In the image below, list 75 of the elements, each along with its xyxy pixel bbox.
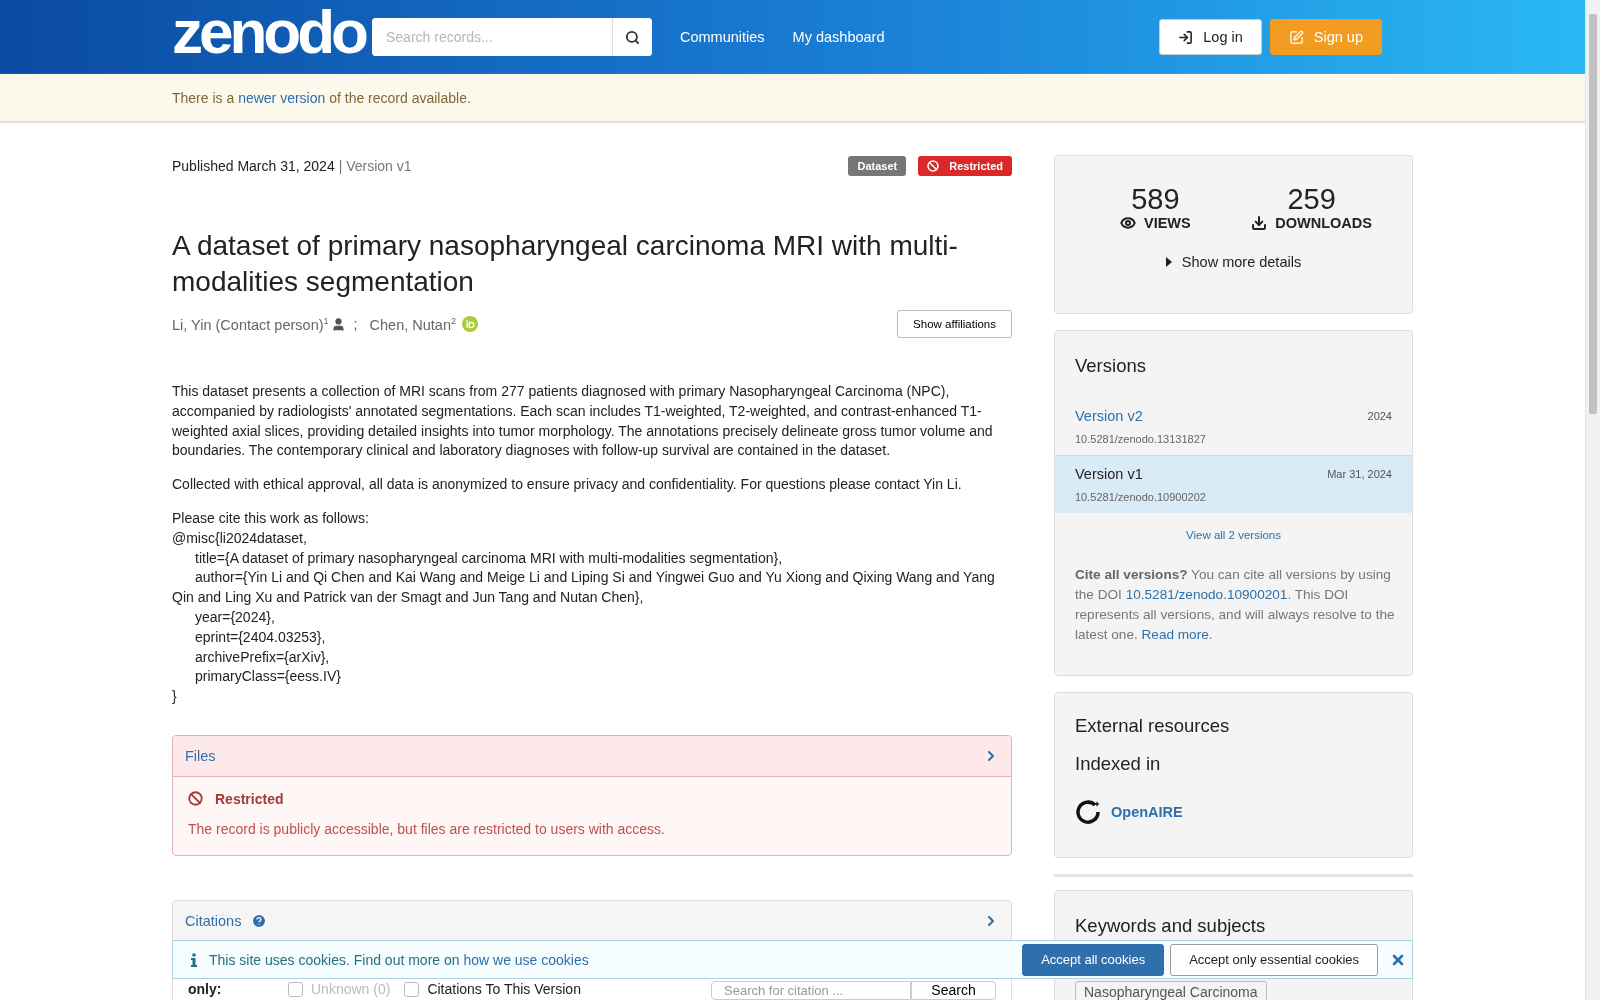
version-date: Mar 31, 2024	[1327, 468, 1392, 480]
indexed-in-label: Indexed in	[1075, 752, 1162, 776]
nav-link[interactable]: My dashboard	[792, 29, 885, 45]
stat-value: 259	[1287, 184, 1336, 214]
creator-name[interactable]: Chen, Nutan$^{2}$	[369, 315, 456, 333]
help-icon	[251, 912, 268, 929]
scrollbar[interactable]	[1585, 0, 1600, 1000]
filter-label: only:	[188, 980, 223, 998]
openaire-link[interactable]: OpenAIRE	[1075, 799, 1392, 825]
separator: ;	[353, 316, 358, 332]
logo[interactable]: zenodo	[172, 1, 372, 63]
notice-text: There is a newer version of the record available.	[172, 89, 471, 106]
version-doi: 10.5281/zenodo.13131827	[1075, 433, 1207, 445]
cookie-text: This site uses cookies. Find out more on how we use cookies	[209, 951, 589, 968]
stat-label: DOWNLOADS	[1251, 215, 1372, 231]
citation-search-field[interactable]: Search for citation ...	[711, 980, 911, 1000]
citation-line: primaryClass={eess.IV}	[194, 667, 342, 687]
files-header[interactable]: Files	[173, 735, 1011, 777]
stat-value: 589	[1131, 184, 1180, 214]
card-title: External resources	[1075, 714, 1231, 738]
record-title: A dataset of primary nasopharyngeal carcinoma MRI with multi-modalities segmentation	[172, 229, 959, 299]
version-item[interactable]: Version v2 2024 10.5281/zenodo.13131827	[1055, 397, 1412, 455]
pen-icon	[1288, 29, 1304, 45]
publish-date: Published March 31, 2024	[172, 158, 335, 174]
access-badge: Restricted	[918, 156, 1012, 176]
version-label: | Version v1	[338, 158, 412, 174]
citation-line: year={2024},	[194, 607, 276, 627]
accept-all-cookies-button[interactable]: Accept all cookies	[1022, 943, 1165, 976]
download-icon	[1251, 215, 1268, 231]
search-button[interactable]	[612, 18, 652, 56]
newer-version-link[interactable]: newer version	[238, 89, 326, 106]
login-arrow-icon	[1178, 29, 1194, 45]
orcid-icon	[462, 316, 478, 332]
description-paragraph: This dataset presents a collection of MRI scans from 277 patients diagnosed with primary Nasopharyngeal Carcinoma (NPC), accompanied by radiologists' annotated segmentations. Each scan includes T1-weighted, T2-weighted, and contrast-enhanced T1-weighted axial slices, providing detailed insights into tumor morphology. The annotations precisely delineate gross tumor volume and boundaries. The contemporary clinical and laboratory diagnoses with follow-up survival are contained in the dataset.	[172, 382, 994, 461]
filter-checkbox[interactable]: Citations To This Version	[404, 980, 581, 998]
version-link[interactable]: Version v2	[1075, 408, 1143, 424]
citation-line: title={A dataset of primary nasopharyngeal carcinoma MRI with multi-modalities segmentation},	[194, 548, 784, 568]
restricted-message: The record is publicly accessible, but files are restricted to users with access.	[188, 820, 666, 837]
citation-line: archivePrefix={arXiv},	[194, 647, 331, 667]
citation-line: @misc{li2024dataset,	[172, 528, 308, 548]
person-icon	[330, 316, 346, 332]
restricted-title: Restricted	[215, 790, 284, 807]
card-title: Keywords and subjects	[1075, 914, 1267, 937]
search-button[interactable]: Search	[911, 980, 996, 1000]
show-affiliations-button[interactable]: Show affiliations	[897, 310, 1012, 338]
keyword-tag[interactable]: Nasopharyngeal Carcinoma	[1075, 981, 1267, 1000]
citation-line: }	[172, 687, 178, 707]
creator-name[interactable]: Li, Yin (Contact person)$^{1}$	[172, 315, 329, 333]
show-more-details[interactable]: Show more details	[1159, 253, 1308, 271]
caret-icon	[1165, 257, 1172, 267]
nav-link[interactable]: Communities	[680, 29, 765, 45]
type-badge: Dataset	[848, 156, 907, 176]
restricted-icon	[188, 791, 203, 807]
ban-icon	[927, 160, 940, 172]
search-field[interactable]: Search records...	[372, 18, 652, 56]
version-item[interactable]: Version v1 Mar 31, 2024 10.5281/zenodo.10900202	[1055, 455, 1412, 513]
description-paragraph: Collected with ethical approval, all data is anonymized to ensure privacy and confidentiality. For questions please contact Yin Li.	[172, 475, 963, 495]
citation-line: Please cite this work as follows:	[172, 509, 370, 528]
versions-title: Versions	[1074, 354, 1147, 378]
view-all-versions-link[interactable]: View all 2 versions	[1055, 529, 1412, 541]
version-date: 2024	[1367, 410, 1392, 422]
eye-icon	[1120, 215, 1136, 231]
version-doi: 10.5281/zenodo.10900202	[1075, 491, 1207, 503]
accept-essential-cookies-button[interactable]: Accept only essential cookies	[1170, 943, 1378, 976]
ring-logo-icon	[1075, 799, 1101, 825]
citation-line: eprint={2404.03253},	[194, 627, 327, 647]
stat-label: VIEWS	[1120, 215, 1191, 231]
login-button[interactable]: Log in	[1159, 19, 1262, 55]
cookie-policy-link[interactable]: how we use cookies	[463, 951, 589, 968]
read-more-link[interactable]: Read more	[1141, 627, 1209, 642]
cite-all-note: Cite all versions? You can cite all versions by using the DOI 10.5281/zenodo.10900201. This DOI represents all versions, and will always resolve to the latest one. Read more.	[1075, 566, 1396, 644]
citations-header[interactable]: Citations	[173, 900, 1011, 942]
info-icon	[191, 952, 197, 967]
search-icon	[625, 29, 640, 45]
version-link[interactable]: Version v1	[1075, 466, 1143, 482]
